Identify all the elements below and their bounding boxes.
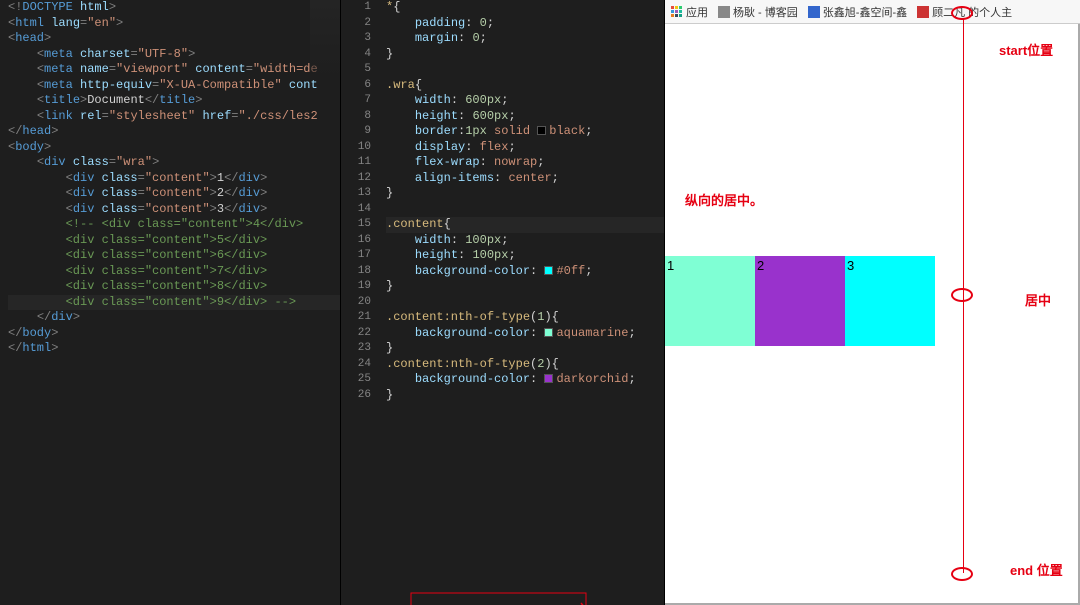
annotation-vertical-center: 纵向的居中。 [685, 190, 763, 209]
annotation-end: end 位置 [1010, 560, 1063, 579]
line-gutter: 1234567891011121314151617181920212223242… [341, 0, 381, 605]
css-code[interactable]: *{ padding: 0; margin: 0;} .wra{ width: … [341, 0, 664, 403]
content-box-3: 3 [845, 256, 935, 346]
favicon-icon [917, 6, 929, 18]
apps-icon [671, 6, 683, 18]
annotation-end-marker [951, 567, 973, 581]
rendered-page: 1 2 3 [665, 24, 1080, 605]
annotation-arrow [341, 403, 665, 605]
css-editor-pane[interactable]: 1234567891011121314151617181920212223242… [341, 0, 665, 605]
browser-preview-pane: 应用 杨耿 - 博客园 张鑫旭-鑫空间-鑫 顾二凡 的个人主 1 2 3 纵向的… [665, 0, 1080, 605]
favicon-icon [808, 6, 820, 18]
bookmark-item[interactable]: 杨耿 - 博客园 [718, 4, 798, 20]
wra-flex-container: 1 2 3 [665, 256, 935, 346]
bookmark-item[interactable]: 张鑫旭-鑫空间-鑫 [808, 4, 907, 20]
annotation-center-marker [951, 288, 973, 302]
apps-label: 应用 [686, 4, 708, 20]
annotation-start-marker [951, 6, 973, 20]
html-code[interactable]: <!DOCTYPE html><html lang="en"><head> <m… [0, 0, 340, 357]
html-editor-pane[interactable]: <!DOCTYPE html><html lang="en"><head> <m… [0, 0, 341, 605]
content-box-2: 2 [755, 256, 845, 346]
minimap [310, 0, 340, 80]
annotation-center: 居中 [1025, 290, 1051, 309]
content-box-1: 1 [665, 256, 755, 346]
favicon-icon [718, 6, 730, 18]
bookmarks-bar[interactable]: 应用 杨耿 - 博客园 张鑫旭-鑫空间-鑫 顾二凡 的个人主 [665, 0, 1080, 24]
apps-button[interactable]: 应用 [671, 4, 708, 20]
annotation-start: start位置 [999, 40, 1053, 59]
